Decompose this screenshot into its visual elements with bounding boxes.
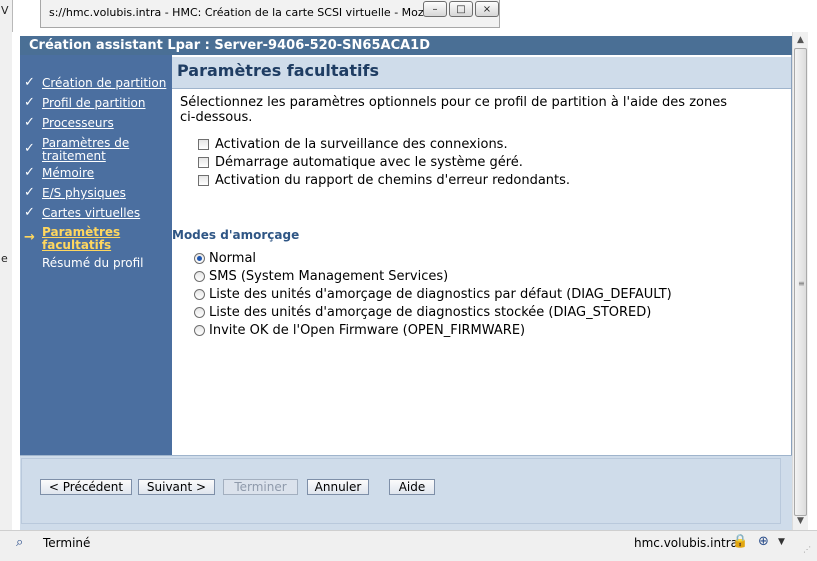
option-label: Activation du rapport de chemins d'erreu… — [215, 172, 571, 188]
nav-label[interactable]: E/S physiques — [42, 187, 126, 199]
background-browser-window[interactable]: s://hmc.volubis.intra - HMC: Création de… — [40, 0, 500, 28]
checkbox[interactable] — [198, 174, 209, 186]
nav-label: Résumé du profil — [42, 256, 144, 270]
help-button[interactable]: Aide — [389, 479, 435, 495]
arrow-right-icon: → — [24, 230, 35, 245]
radio-label: SMS (System Management Services) — [209, 268, 449, 284]
checkbox[interactable] — [198, 138, 209, 150]
radio-label: Liste des unités d'amorçage de diagnosti… — [209, 304, 652, 320]
scroll-thumb[interactable]: ≡ — [794, 48, 807, 516]
boot-modes-heading: Modes d'amorçage — [172, 228, 300, 242]
check-icon: ✓ — [24, 115, 35, 130]
zoom-icon[interactable]: ⊕ — [758, 534, 769, 549]
radio-button[interactable] — [194, 270, 205, 282]
boot-mode-diag-default[interactable]: Liste des unités d'amorçage de diagnosti… — [194, 286, 672, 302]
nav-label[interactable]: Paramètres de — [42, 137, 129, 149]
nav-label[interactable]: traitement — [42, 150, 106, 162]
window-controls: – □ × — [423, 1, 499, 17]
cancel-button[interactable]: Annuler — [307, 479, 369, 495]
resize-grip-icon[interactable]: ⋰ — [803, 545, 811, 554]
button-bar: < Précédent Suivant > Terminer Annuler A… — [21, 458, 781, 524]
edge-letter: V — [1, 4, 9, 17]
edge-letter: e — [1, 252, 8, 265]
check-icon: ✓ — [24, 75, 35, 90]
check-icon: ✓ — [24, 141, 35, 156]
background-window-title: s://hmc.volubis.intra - HMC: Création de… — [49, 6, 435, 19]
nav-label[interactable]: Processeurs — [42, 117, 114, 129]
check-icon: ✓ — [24, 165, 35, 180]
chevron-down-icon[interactable]: ▼ — [778, 537, 785, 547]
boot-mode-open-firmware[interactable]: Invite OK de l'Open Firmware (OPEN_FIRMW… — [194, 322, 525, 338]
boot-mode-normal[interactable]: Normal — [194, 250, 256, 266]
nav-label[interactable]: Création de partition — [42, 77, 166, 89]
wizard-nav: ✓ Création de partition ✓ Profil de part… — [20, 55, 172, 455]
next-button[interactable]: Suivant > — [138, 479, 215, 495]
radio-button[interactable] — [194, 252, 205, 264]
check-icon: ✓ — [24, 205, 35, 220]
minimize-button[interactable]: – — [423, 1, 447, 17]
checkbox[interactable] — [198, 156, 209, 168]
previous-button[interactable]: < Précédent — [40, 479, 132, 495]
radio-button[interactable] — [194, 306, 205, 318]
maximize-button[interactable]: □ — [449, 1, 473, 17]
radio-button[interactable] — [194, 324, 205, 336]
option-redundant-error-path[interactable]: Activation du rapport de chemins d'erreu… — [198, 172, 570, 188]
intro-text: Sélectionnez les paramètres optionnels p… — [180, 95, 728, 125]
wizard-footer: < Précédent Suivant > Terminer Annuler A… — [20, 455, 792, 530]
finish-button[interactable]: Terminer — [223, 479, 298, 495]
status-host: hmc.volubis.intra — [634, 536, 739, 550]
option-label: Démarrage automatique avec le système gé… — [215, 154, 523, 170]
section-header: Paramètres facultatifs — [172, 57, 791, 89]
vertical-scrollbar[interactable]: ▲ ≡ ▼ — [792, 32, 808, 530]
option-label: Activation de la surveillance des connex… — [215, 136, 508, 152]
radio-label: Invite OK de l'Open Firmware (OPEN_FIRMW… — [209, 322, 526, 338]
check-icon: ✓ — [24, 185, 35, 200]
status-bar: ⌕ Terminé hmc.volubis.intra 🔒 ⊕ ▼ ⋰ — [0, 530, 817, 561]
grip-icon: ≡ — [798, 279, 805, 288]
search-icon[interactable]: ⌕ — [16, 535, 23, 550]
wizard-title: Création assistant Lpar : Server-9406-52… — [20, 36, 792, 55]
option-connection-monitoring[interactable]: Activation de la surveillance des connex… — [198, 136, 508, 152]
scroll-up-icon[interactable]: ▲ — [793, 33, 808, 47]
content-panel: Paramètres facultatifs Sélectionnez les … — [172, 55, 792, 455]
radio-label: Liste des unités d'amorçage de diagnosti… — [209, 286, 672, 302]
boot-mode-sms[interactable]: SMS (System Management Services) — [194, 268, 448, 284]
check-icon: ✓ — [24, 95, 35, 110]
lock-icon[interactable]: 🔒 — [732, 534, 748, 549]
status-text: Terminé — [43, 536, 91, 550]
nav-label[interactable]: Cartes virtuelles — [42, 207, 140, 219]
nav-label[interactable]: facultatifs — [42, 239, 111, 251]
boot-mode-diag-stored[interactable]: Liste des unités d'amorçage de diagnosti… — [194, 304, 651, 320]
nav-label[interactable]: Profil de partition — [42, 97, 146, 109]
option-auto-start[interactable]: Démarrage automatique avec le système gé… — [198, 154, 523, 170]
wizard-dialog: Création assistant Lpar : Server-9406-52… — [12, 32, 792, 530]
nav-label[interactable]: Paramètres — [42, 226, 120, 238]
close-button[interactable]: × — [475, 1, 499, 17]
page-title: Paramètres facultatifs — [177, 61, 379, 80]
radio-button[interactable] — [194, 288, 205, 300]
nav-label[interactable]: Mémoire — [42, 167, 94, 179]
scroll-down-icon[interactable]: ▼ — [793, 514, 808, 528]
radio-label: Normal — [209, 250, 257, 266]
